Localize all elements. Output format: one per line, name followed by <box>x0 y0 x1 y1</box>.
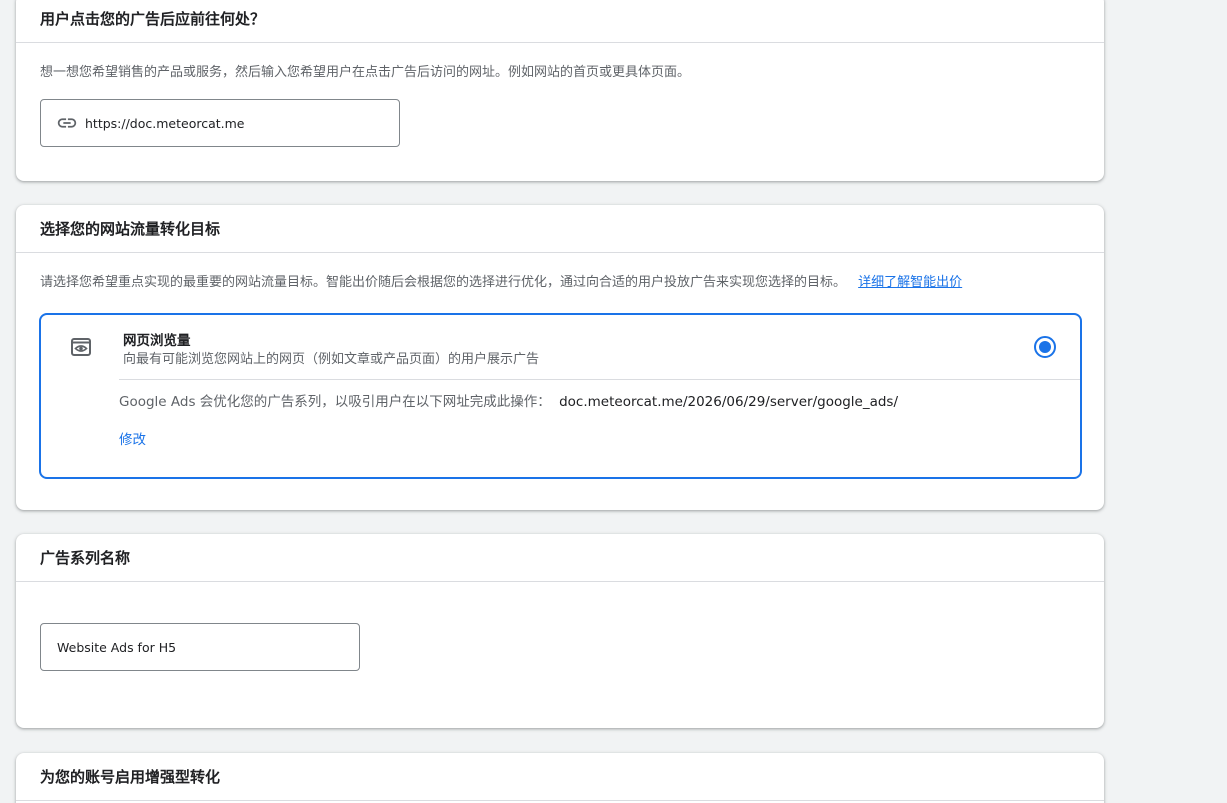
url-card-header: 用户点击您的广告后应前往何处？ <box>16 0 1104 43</box>
goal-option-title: 网页浏览量 <box>123 333 191 349</box>
optimize-url: doc.meteorcat.me/2026/06/29/server/googl… <box>559 394 899 410</box>
campaign-name-card-header: 广告系列名称 <box>16 534 1104 582</box>
goal-card-title: 选择您的网站流量转化目标 <box>40 220 221 238</box>
enhanced-conversions-card-header: 为您的账号启用增强型转化 <box>16 753 1104 801</box>
radio-selected-dot <box>1039 341 1051 353</box>
url-card-title: 用户点击您的广告后应前往何处？ <box>40 9 266 28</box>
goal-option-divider <box>119 379 1080 380</box>
campaign-name-card-title: 广告系列名称 <box>40 549 131 567</box>
url-input[interactable]: https://doc.meteorcat.me <box>40 99 400 147</box>
campaign-name-input[interactable]: Website Ads for H5 <box>40 623 360 671</box>
edit-link[interactable]: 修改 <box>119 428 146 448</box>
optimize-text: Google Ads 会优化您的广告系列，以吸引用户在以下网址完成此操作： <box>119 394 551 410</box>
url-input-value: https://doc.meteorcat.me <box>85 115 245 131</box>
goal-option-subtitle: 向最有可能浏览您网站上的网页（例如文章或产品页面）的用户展示广告 <box>123 352 540 367</box>
learn-more-link[interactable]: 详细了解智能出价 <box>858 275 962 290</box>
campaign-name-card: 广告系列名称 Website Ads for H5 <box>16 534 1104 728</box>
enhanced-conversions-card: 为您的账号启用增强型转化 <box>16 753 1104 803</box>
url-card-description: 想一想您希望销售的产品或服务，然后输入您希望用户在点击广告后访问的网址。例如网站… <box>40 65 691 80</box>
goal-card-description-row: 请选择您希望重点实现的最重要的网站流量目标。智能出价随后会根据您的选择进行优化，… <box>40 271 962 290</box>
url-card: 用户点击您的广告后应前往何处？ 想一想您希望销售的产品或服务，然后输入您希望用户… <box>16 0 1104 181</box>
eye-frame-icon <box>69 335 93 359</box>
goal-card: 选择您的网站流量转化目标 请选择您希望重点实现的最重要的网站流量目标。智能出价随… <box>16 205 1104 510</box>
goal-card-header: 选择您的网站流量转化目标 <box>16 205 1104 253</box>
goal-card-description: 请选择您希望重点实现的最重要的网站流量目标。智能出价随后会根据您的选择进行优化，… <box>40 275 847 290</box>
goal-option-page-views[interactable]: 网页浏览量 向最有可能浏览您网站上的网页（例如文章或产品页面）的用户展示广告 G… <box>39 313 1082 479</box>
goal-option-radio[interactable] <box>1034 336 1056 358</box>
enhanced-conversions-card-title: 为您的账号启用增强型转化 <box>40 768 221 786</box>
campaign-name-value: Website Ads for H5 <box>57 639 177 655</box>
link-icon <box>55 111 79 135</box>
optimize-row: Google Ads 会优化您的广告系列，以吸引用户在以下网址完成此操作： do… <box>119 390 898 410</box>
